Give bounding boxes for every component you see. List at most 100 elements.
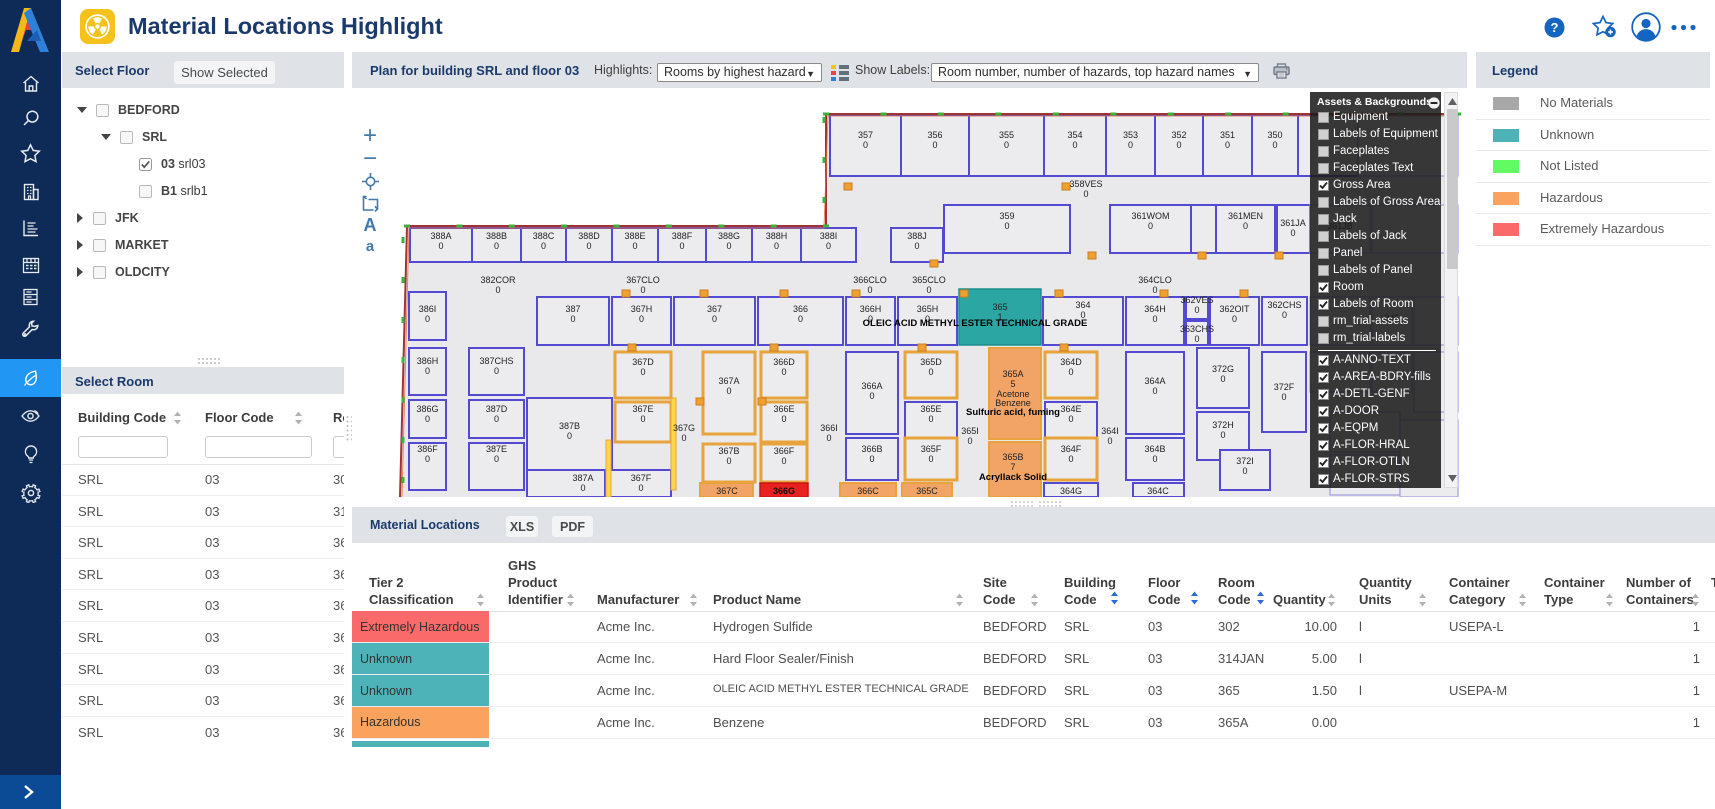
svg-text:382COR: 382COR xyxy=(480,275,516,285)
svg-text:0: 0 xyxy=(1152,314,1157,324)
svg-text:386H: 386H xyxy=(417,356,439,366)
svg-text:0: 0 xyxy=(639,314,644,324)
svg-text:0: 0 xyxy=(826,241,831,251)
svg-text:366I: 366I xyxy=(820,423,838,433)
svg-text:0: 0 xyxy=(867,285,872,295)
svg-text:364H: 364H xyxy=(1144,304,1166,314)
svg-text:366H: 366H xyxy=(860,304,882,314)
svg-text:367A: 367A xyxy=(718,376,739,386)
svg-text:351: 351 xyxy=(1220,130,1235,140)
svg-text:0: 0 xyxy=(638,483,643,493)
svg-text:0: 0 xyxy=(1242,466,1247,476)
svg-text:365H: 365H xyxy=(917,304,939,314)
svg-text:358VES: 358VES xyxy=(1069,179,1102,189)
svg-text:364G: 364G xyxy=(1060,486,1082,496)
svg-text:0: 0 xyxy=(494,366,499,376)
svg-text:356: 356 xyxy=(927,130,942,140)
svg-text:372G: 372G xyxy=(1212,364,1234,374)
svg-text:0: 0 xyxy=(1232,314,1237,324)
svg-text:372F: 372F xyxy=(1274,382,1295,392)
svg-text:0: 0 xyxy=(640,285,645,295)
svg-text:0: 0 xyxy=(1004,221,1009,231)
svg-text:0: 0 xyxy=(1072,140,1077,150)
svg-text:361MEN: 361MEN xyxy=(1228,211,1263,221)
svg-text:0: 0 xyxy=(781,456,786,466)
svg-text:0: 0 xyxy=(679,241,684,251)
svg-text:364C: 364C xyxy=(1147,486,1169,496)
svg-text:0: 0 xyxy=(1281,392,1286,402)
svg-text:0: 0 xyxy=(781,367,786,377)
svg-text:367H: 367H xyxy=(631,304,653,314)
svg-text:362OIT: 362OIT xyxy=(1219,304,1250,314)
svg-text:0: 0 xyxy=(774,241,779,251)
svg-text:367E: 367E xyxy=(632,404,653,414)
svg-text:364F: 364F xyxy=(1061,444,1082,454)
svg-text:367C: 367C xyxy=(716,486,738,496)
svg-text:0: 0 xyxy=(425,314,430,324)
svg-text:364I: 364I xyxy=(1101,426,1119,436)
svg-text:359: 359 xyxy=(999,211,1014,221)
svg-text:0: 0 xyxy=(1068,367,1073,377)
svg-text:0: 0 xyxy=(926,285,931,295)
svg-text:387E: 387E xyxy=(486,444,507,454)
svg-text:364D: 364D xyxy=(1060,357,1082,367)
svg-text:364E: 364E xyxy=(1060,404,1081,414)
svg-text:0: 0 xyxy=(541,241,546,251)
svg-text:366G: 366G xyxy=(773,486,795,496)
svg-text:372H: 372H xyxy=(1212,420,1234,430)
svg-text:352: 352 xyxy=(1171,130,1186,140)
svg-text:0: 0 xyxy=(1080,310,1085,320)
svg-text:364A: 364A xyxy=(1144,376,1165,386)
svg-text:0: 0 xyxy=(1225,140,1230,150)
svg-text:0: 0 xyxy=(928,454,933,464)
svg-text:365F: 365F xyxy=(921,444,942,454)
svg-text:365: 365 xyxy=(992,302,1007,312)
svg-text:0: 0 xyxy=(726,456,731,466)
svg-text:364CLO: 364CLO xyxy=(1138,275,1172,285)
svg-text:387: 387 xyxy=(565,304,580,314)
svg-text:363CHS: 363CHS xyxy=(1180,324,1214,334)
svg-text:388J: 388J xyxy=(907,231,927,241)
svg-text:388G: 388G xyxy=(718,231,740,241)
svg-text:0: 0 xyxy=(1194,305,1199,315)
svg-text:0: 0 xyxy=(1243,221,1248,231)
svg-text:0: 0 xyxy=(632,241,637,251)
svg-text:0: 0 xyxy=(1220,430,1225,440)
svg-text:0: 0 xyxy=(869,454,874,464)
svg-text:0: 0 xyxy=(863,140,868,150)
svg-text:365B: 365B xyxy=(1002,452,1023,462)
svg-text:367B: 367B xyxy=(718,446,739,456)
svg-text:387CHS: 387CHS xyxy=(479,356,513,366)
svg-text:0: 0 xyxy=(567,431,572,441)
svg-text:0: 0 xyxy=(932,140,937,150)
svg-text:0: 0 xyxy=(1068,454,1073,464)
svg-text:366CLO: 366CLO xyxy=(853,275,887,285)
svg-text:388I: 388I xyxy=(820,231,838,241)
svg-text:0: 0 xyxy=(1290,228,1295,238)
svg-text:0: 0 xyxy=(438,241,443,251)
svg-text:367D: 367D xyxy=(632,357,654,367)
svg-text:365C: 365C xyxy=(916,486,938,496)
svg-text:367CLO: 367CLO xyxy=(626,275,660,285)
svg-text:365I: 365I xyxy=(961,426,979,436)
svg-text:5: 5 xyxy=(1010,379,1015,389)
svg-text:0: 0 xyxy=(726,241,731,251)
svg-text:0: 0 xyxy=(681,433,686,443)
svg-text:386G: 386G xyxy=(416,404,438,414)
svg-text:0: 0 xyxy=(928,414,933,424)
svg-text:366F: 366F xyxy=(774,446,795,456)
svg-text:0: 0 xyxy=(781,414,786,424)
svg-text:350: 350 xyxy=(1267,130,1282,140)
svg-text:365A: 365A xyxy=(1002,369,1023,379)
svg-text:365E: 365E xyxy=(920,404,941,414)
svg-text:0: 0 xyxy=(495,285,500,295)
svg-text:387D: 387D xyxy=(486,404,508,414)
svg-text:0: 0 xyxy=(967,436,972,446)
svg-text:365D: 365D xyxy=(920,357,942,367)
svg-text:388C: 388C xyxy=(533,231,555,241)
svg-text:388E: 388E xyxy=(624,231,645,241)
svg-text:367F: 367F xyxy=(631,473,652,483)
svg-text:0: 0 xyxy=(494,241,499,251)
svg-text:0: 0 xyxy=(640,414,645,424)
svg-text:0: 0 xyxy=(1107,436,1112,446)
